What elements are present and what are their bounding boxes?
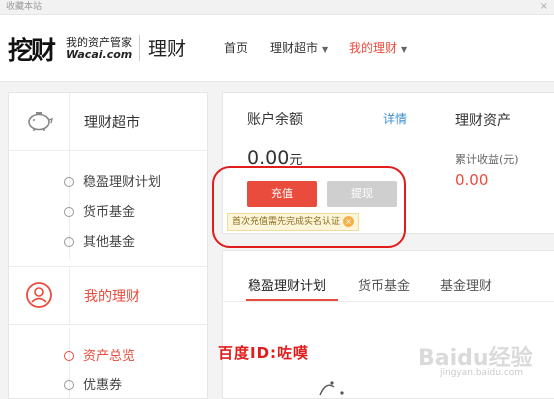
sidebar-item-coupons[interactable]: 优惠券 (64, 374, 122, 393)
detail-link[interactable]: 详情 (383, 110, 407, 127)
sidebar-section-mine[interactable]: 我的理财 (9, 266, 207, 325)
tab-steady-plan[interactable]: 稳盈理财计划 (248, 275, 326, 294)
site-header: 挖财 我的资产管家 Wacai.com 理财 首页 理财超市 ▼ 我的理财 ▼ (0, 15, 554, 82)
user-circle-icon (26, 282, 52, 308)
tab-fund-finance[interactable]: 基金理财 (440, 275, 492, 294)
sidebar-section-market[interactable]: 理财超市 (9, 93, 207, 151)
sidebar-icon-cell (9, 267, 70, 324)
sidebar-icon-cell (9, 93, 70, 150)
finance-assets-card: 理财资产 累计收益(元) 0.00 (433, 92, 554, 234)
sidebar-item-other-fund[interactable]: 其他基金 (64, 231, 135, 250)
sidebar-section-title: 我的理财 (84, 289, 140, 305)
tab-money-fund[interactable]: 货币基金 (358, 275, 410, 294)
sidebar-item-overview[interactable]: 资产总览 (64, 345, 135, 364)
earnings-value: 0.00 (455, 171, 489, 189)
sidebar: 理财超市 稳盈理财计划 货币基金 其他基金 我的理财 资产总览 优惠券 (8, 92, 208, 399)
section-title: 理财 (148, 38, 187, 60)
nav-home[interactable]: 首页 (224, 39, 248, 56)
logo-divider (139, 35, 140, 61)
top-strip: 收藏本站 × (0, 0, 554, 15)
logo-mark[interactable]: 挖财 (8, 31, 56, 67)
nav-market[interactable]: 理财超市 ▼ (270, 39, 328, 56)
bullet-icon (64, 380, 74, 390)
nav-my-finance[interactable]: 我的理财 ▼ (349, 39, 407, 56)
sidebar-item-steady-plan[interactable]: 稳盈理财计划 (64, 171, 161, 190)
close-icon[interactable]: × (540, 0, 548, 14)
baidu-watermark-url: jingyan.baidu.com (440, 368, 524, 378)
annotation-circle (212, 166, 406, 248)
bullet-icon (64, 237, 74, 247)
bullet-icon (64, 351, 74, 361)
piggy-bank-icon (28, 112, 53, 131)
chevron-down-icon: ▼ (322, 45, 329, 54)
favorite-link[interactable]: 收藏本站 (6, 0, 42, 14)
bullet-icon (64, 177, 74, 187)
bullet-icon (64, 207, 74, 217)
sidebar-section-title: 理财超市 (84, 115, 140, 131)
sidebar-item-money-fund[interactable]: 货币基金 (64, 201, 135, 220)
chevron-down-icon: ▼ (401, 45, 408, 54)
author-watermark: 百度ID:咗嗼 (218, 344, 310, 362)
balance-label: 账户余额 (247, 112, 303, 128)
assets-label: 理财资产 (455, 113, 511, 129)
loading-decoration (319, 381, 344, 396)
divider (223, 301, 554, 302)
earnings-label: 累计收益(元) (455, 153, 519, 166)
logo-domain: Wacai.com (66, 48, 133, 61)
